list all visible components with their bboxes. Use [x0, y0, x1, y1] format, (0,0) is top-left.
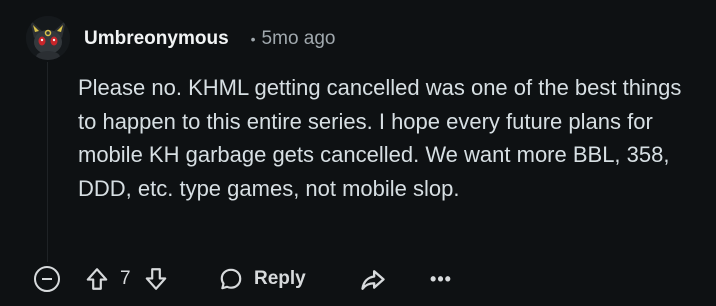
vote-score: 7 — [120, 268, 131, 289]
comment-action-bar: 7 Reply ••• — [0, 258, 716, 302]
umbreon-avatar-icon — [26, 16, 70, 60]
collapse-thread-button[interactable] — [34, 266, 60, 292]
more-options-button[interactable]: ••• — [426, 264, 456, 294]
meta-separator: • — [250, 31, 256, 47]
reply-button[interactable]: Reply — [218, 262, 306, 296]
user-avatar[interactable] — [26, 16, 70, 60]
share-arrow-icon — [361, 270, 385, 290]
speech-bubble-icon — [220, 268, 242, 290]
author-username[interactable]: Umbreonymous — [84, 28, 229, 50]
upvote-arrow-icon — [86, 268, 108, 290]
comment-header: Umbreonymous • 5mo ago — [84, 24, 336, 54]
downvote-arrow-icon — [145, 268, 166, 290]
comment: Umbreonymous • 5mo ago Please no. KHML g… — [0, 0, 716, 306]
comment-timestamp[interactable]: 5mo ago — [262, 28, 336, 50]
upvote-button[interactable] — [84, 266, 110, 292]
thread-line[interactable] — [47, 62, 48, 262]
downvote-button[interactable] — [143, 266, 169, 292]
comment-body: Please no. KHML getting cancelled was on… — [78, 75, 682, 201]
reply-label: Reply — [254, 268, 306, 289]
vote-controls: 7 — [84, 262, 169, 296]
share-button[interactable] — [357, 264, 389, 296]
